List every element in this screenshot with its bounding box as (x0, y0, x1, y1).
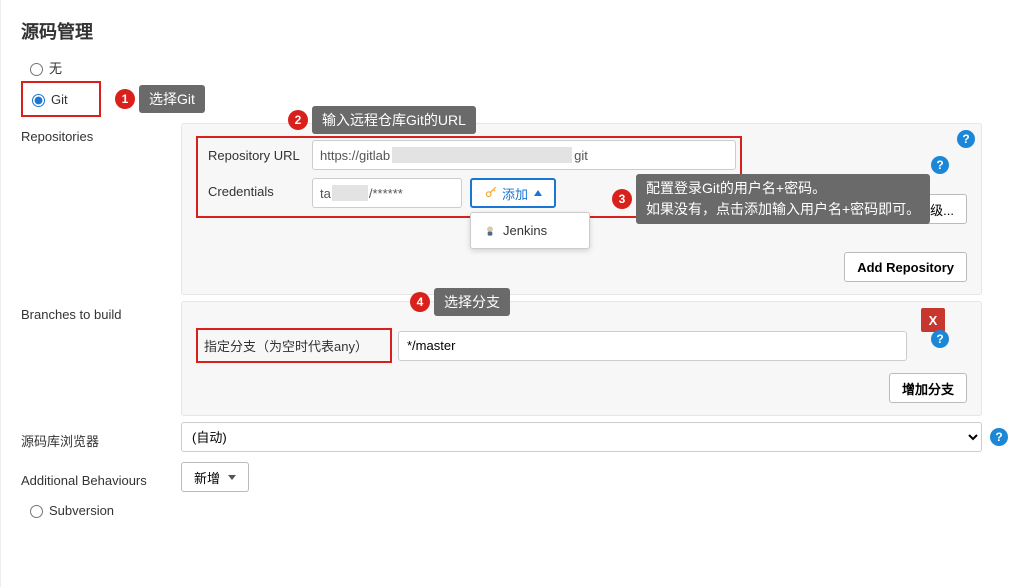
add-repository-button[interactable]: Add Repository (844, 252, 967, 282)
help-icon[interactable]: ? (931, 156, 949, 174)
help-icon[interactable]: ? (990, 428, 1008, 446)
anno-badge-2: 2 (288, 110, 308, 130)
additional-add-label: 新增 (194, 468, 220, 487)
anno-badge-1: 1 (115, 89, 135, 109)
branch-specifier-label: 指定分支（为空时代表any） (196, 328, 392, 363)
help-icon[interactable]: ? (957, 130, 975, 148)
repo-browser-label: 源码库浏览器 (21, 425, 181, 450)
repo-browser-select[interactable]: (自动) (181, 422, 982, 452)
dropdown-item-jenkins-label: Jenkins (503, 223, 547, 238)
add-credentials-dropdown: Jenkins (470, 212, 590, 249)
help-icon[interactable]: ? (931, 330, 949, 348)
repositories-label: Repositories (21, 123, 181, 144)
additional-add-button[interactable]: 新增 (181, 462, 249, 492)
branch-specifier-input[interactable] (398, 331, 907, 361)
dropdown-item-jenkins[interactable]: Jenkins (471, 217, 589, 244)
key-icon (484, 186, 498, 200)
scm-git-label: Git (51, 92, 68, 107)
add-credentials-button[interactable]: 添加 (470, 178, 556, 208)
scm-none-radio[interactable] (30, 63, 43, 76)
repo-url-input[interactable] (312, 140, 736, 170)
add-credentials-label: 添加 (502, 184, 528, 203)
anno-label-4: 选择分支 (434, 288, 510, 316)
scm-subversion-label: Subversion (49, 503, 114, 518)
credentials-label: Credentials (202, 178, 312, 205)
caret-up-icon (534, 190, 542, 196)
scm-subversion-radio[interactable] (30, 505, 43, 518)
caret-down-icon (228, 475, 236, 480)
anno-badge-4: 4 (410, 292, 430, 312)
scm-none-label: 无 (49, 58, 62, 77)
repo-url-label: Repository URL (202, 142, 312, 169)
anno-badge-3: 3 (612, 189, 632, 209)
scm-git-radio[interactable] (32, 94, 45, 107)
additional-label: Additional Behaviours (21, 467, 181, 488)
delete-branch-button[interactable]: X (921, 308, 945, 332)
credentials-select[interactable] (312, 178, 462, 208)
jenkins-icon (483, 224, 497, 238)
anno-label-1: 选择Git (139, 85, 205, 113)
anno-label-3: 配置登录Git的用户名+密码。 如果没有，点击添加输入用户名+密码即可。 (636, 174, 930, 224)
section-title: 源码管理 (21, 18, 1008, 44)
anno-label-2: 输入远程仓库Git的URL (312, 106, 476, 134)
add-branch-button[interactable]: 增加分支 (889, 373, 967, 403)
branches-label: Branches to build (21, 301, 181, 322)
